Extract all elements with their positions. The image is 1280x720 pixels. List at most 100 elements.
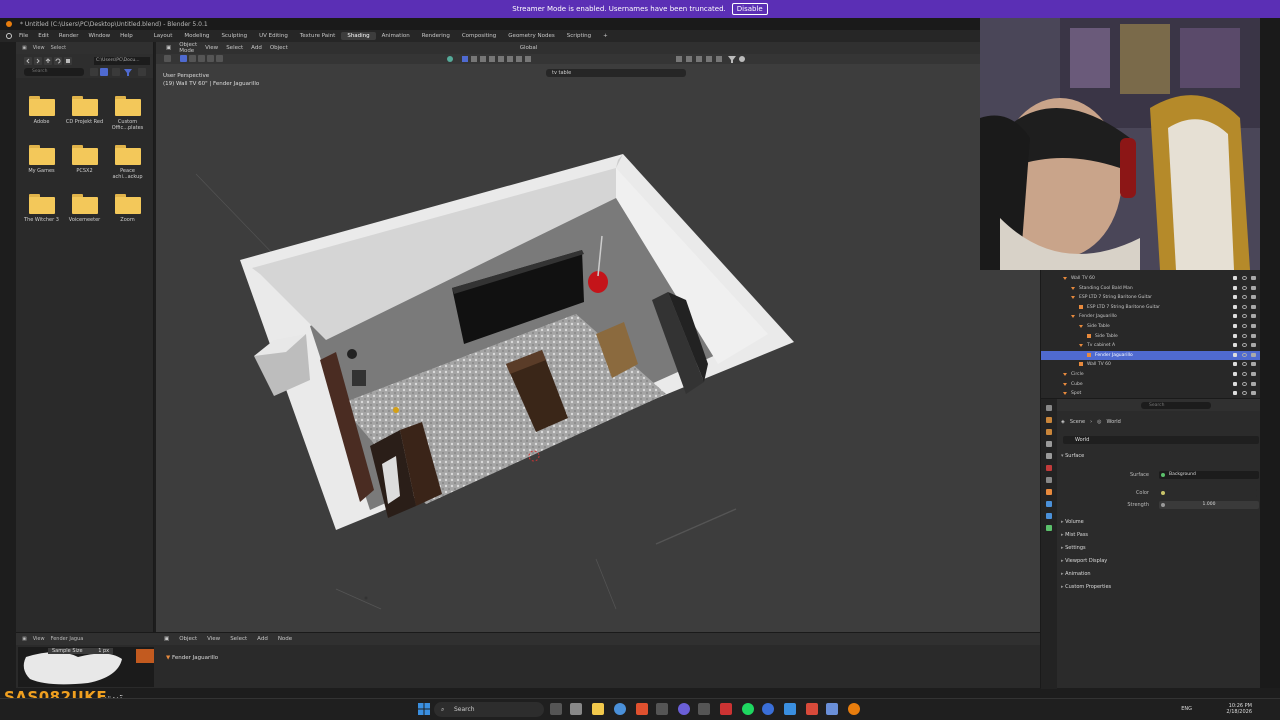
node-item[interactable]: ▼ Fender Jaguarillo — [166, 655, 218, 661]
modifier-tab-icon[interactable] — [1046, 501, 1052, 507]
object-tab-icon[interactable] — [1046, 489, 1052, 495]
viewport-display-section-header[interactable]: Viewport Display — [1061, 558, 1107, 564]
visibility-eye-icon[interactable] — [1242, 304, 1247, 309]
checkbox-icon[interactable] — [1233, 391, 1237, 396]
properties-search-input[interactable]: Search — [1141, 402, 1211, 409]
blender-taskbar-icon[interactable] — [848, 703, 860, 715]
visibility-eye-icon[interactable] — [1242, 276, 1247, 280]
folder-item[interactable]: Custom Offic...plates — [106, 96, 149, 131]
add-workspace-icon[interactable]: + — [597, 32, 614, 40]
visibility-eye-icon[interactable] — [1242, 295, 1247, 300]
settings-section-header[interactable]: Settings — [1061, 545, 1086, 551]
checkbox-icon[interactable] — [1233, 295, 1237, 300]
render-camera-icon[interactable] — [1251, 285, 1256, 290]
render-camera-icon[interactable] — [1251, 391, 1256, 396]
checkbox-icon[interactable] — [1233, 314, 1237, 319]
checkbox-icon[interactable] — [1233, 304, 1237, 309]
checkbox-icon[interactable] — [1233, 372, 1237, 376]
img-menu-view[interactable]: View — [33, 636, 45, 642]
display-mode-icons[interactable] — [90, 68, 150, 76]
workspace-tab-animation[interactable]: Animation — [376, 32, 416, 40]
folder-item[interactable]: My Games — [20, 145, 63, 180]
surface-shader-field[interactable]: Background — [1159, 471, 1259, 479]
render-camera-icon[interactable] — [1251, 352, 1256, 357]
task-view-icon[interactable] — [550, 703, 562, 715]
file-search-input[interactable]: Search — [24, 68, 84, 76]
workspace-tab-geometry-nodes[interactable]: Geometry Nodes — [502, 32, 560, 40]
app-icon[interactable] — [656, 703, 668, 715]
checkbox-icon[interactable] — [1233, 285, 1237, 290]
clock[interactable]: 10:26 PM 2/18/2026 — [1226, 703, 1252, 715]
widgets-icon[interactable] — [570, 703, 582, 715]
render-camera-icon[interactable] — [1251, 276, 1256, 280]
workspace-tab-texture-paint[interactable]: Texture Paint — [294, 32, 342, 40]
output-tab-icon[interactable] — [1046, 429, 1052, 435]
app-icon[interactable] — [720, 703, 732, 715]
folder-item[interactable]: Voicemeeter — [63, 194, 106, 223]
visibility-eye-icon[interactable] — [1242, 343, 1247, 348]
strength-field[interactable]: 1.000 — [1159, 501, 1259, 509]
spotify-icon[interactable] — [742, 703, 754, 715]
editor-type-icon[interactable]: ▣ — [166, 45, 171, 51]
editor-type-icon[interactable]: ▣ — [164, 636, 169, 642]
node-menu-view[interactable]: View — [207, 636, 220, 642]
navigation-arrows-icon[interactable] — [24, 57, 92, 65]
vp-menu-add[interactable]: Add — [251, 45, 262, 51]
windows-start-icon[interactable] — [418, 703, 430, 715]
workspace-tab-sculpting[interactable]: Sculpting — [215, 32, 253, 40]
workspace-tab-layout[interactable]: Layout — [148, 32, 179, 40]
animation-section-header[interactable]: Animation — [1061, 571, 1091, 577]
visibility-eye-icon[interactable] — [1242, 352, 1247, 357]
object-mode-dropdown[interactable]: Object Mode — [179, 42, 197, 54]
volume-section-header[interactable]: Volume — [1061, 519, 1084, 525]
fb-menu-view[interactable]: View — [33, 45, 45, 51]
outliner-row[interactable]: Circle — [1041, 370, 1261, 379]
menu-file[interactable]: File — [14, 33, 33, 39]
brave-icon[interactable] — [636, 703, 648, 715]
3d-viewport[interactable]: ▣ Object Mode View Select Add Object Glo… — [156, 42, 1040, 632]
folder-item[interactable]: PCSX2 — [63, 145, 106, 180]
outliner-row[interactable]: Cube — [1041, 380, 1261, 389]
outliner-row[interactable]: ESP LTD 7 String Baritone Guitar — [1041, 293, 1261, 302]
folder-item[interactable]: Peace achi...ackup — [106, 145, 149, 180]
checkbox-icon[interactable] — [1233, 343, 1237, 348]
sample-size-field[interactable]: Sample Size 1 px — [48, 648, 114, 654]
render-camera-icon[interactable] — [1251, 372, 1256, 376]
custom-properties-section-header[interactable]: Custom Properties — [1061, 584, 1111, 590]
workspace-tab-shading[interactable]: Shading — [341, 32, 376, 40]
render-camera-icon[interactable] — [1251, 333, 1256, 338]
outliner-row[interactable]: Fender Jaguarillo — [1041, 312, 1261, 321]
vscode-icon[interactable] — [784, 703, 796, 715]
image-preview[interactable]: Sample Size 1 px — [18, 647, 154, 687]
mist-pass-section-header[interactable]: Mist Pass — [1061, 532, 1088, 538]
folder-item[interactable]: The Witcher 3 — [20, 194, 63, 223]
transform-orientation-dropdown[interactable]: Global — [520, 45, 538, 51]
menu-edit[interactable]: Edit — [33, 33, 54, 39]
collection-tab-icon[interactable] — [1046, 477, 1052, 483]
visibility-eye-icon[interactable] — [1242, 372, 1247, 376]
visibility-eye-icon[interactable] — [1242, 362, 1247, 367]
visibility-eye-icon[interactable] — [1242, 285, 1247, 290]
render-tab-icon[interactable] — [1046, 417, 1052, 423]
workspace-tab-rendering[interactable]: Rendering — [416, 32, 456, 40]
visibility-eye-icon[interactable] — [1242, 324, 1247, 328]
color-swatch[interactable] — [1167, 489, 1257, 497]
node-menu-select[interactable]: Select — [230, 636, 247, 642]
workspace-tab-scripting[interactable]: Scripting — [561, 32, 597, 40]
chrome-icon[interactable] — [614, 703, 626, 715]
vp-menu-view[interactable]: View — [205, 45, 218, 51]
visibility-eye-icon[interactable] — [1242, 333, 1247, 338]
outliner-row[interactable]: Tv cabinet A — [1041, 341, 1261, 350]
scene-tab-icon[interactable] — [1046, 453, 1052, 459]
workspace-tab-modeling[interactable]: Modeling — [178, 32, 215, 40]
language-indicator[interactable]: ENG — [1181, 706, 1192, 712]
discord-icon[interactable] — [678, 703, 690, 715]
folder-item[interactable]: CD Projekt Red — [63, 96, 106, 131]
data-tab-icon[interactable] — [1046, 525, 1052, 531]
render-camera-icon[interactable] — [1251, 295, 1256, 300]
blender-menu-icon[interactable] — [0, 32, 14, 41]
checkbox-icon[interactable] — [1233, 352, 1237, 357]
outliner-row[interactable]: Wall TV 60 — [1041, 274, 1261, 283]
visibility-eye-icon[interactable] — [1242, 314, 1247, 319]
visibility-eye-icon[interactable] — [1242, 381, 1247, 386]
